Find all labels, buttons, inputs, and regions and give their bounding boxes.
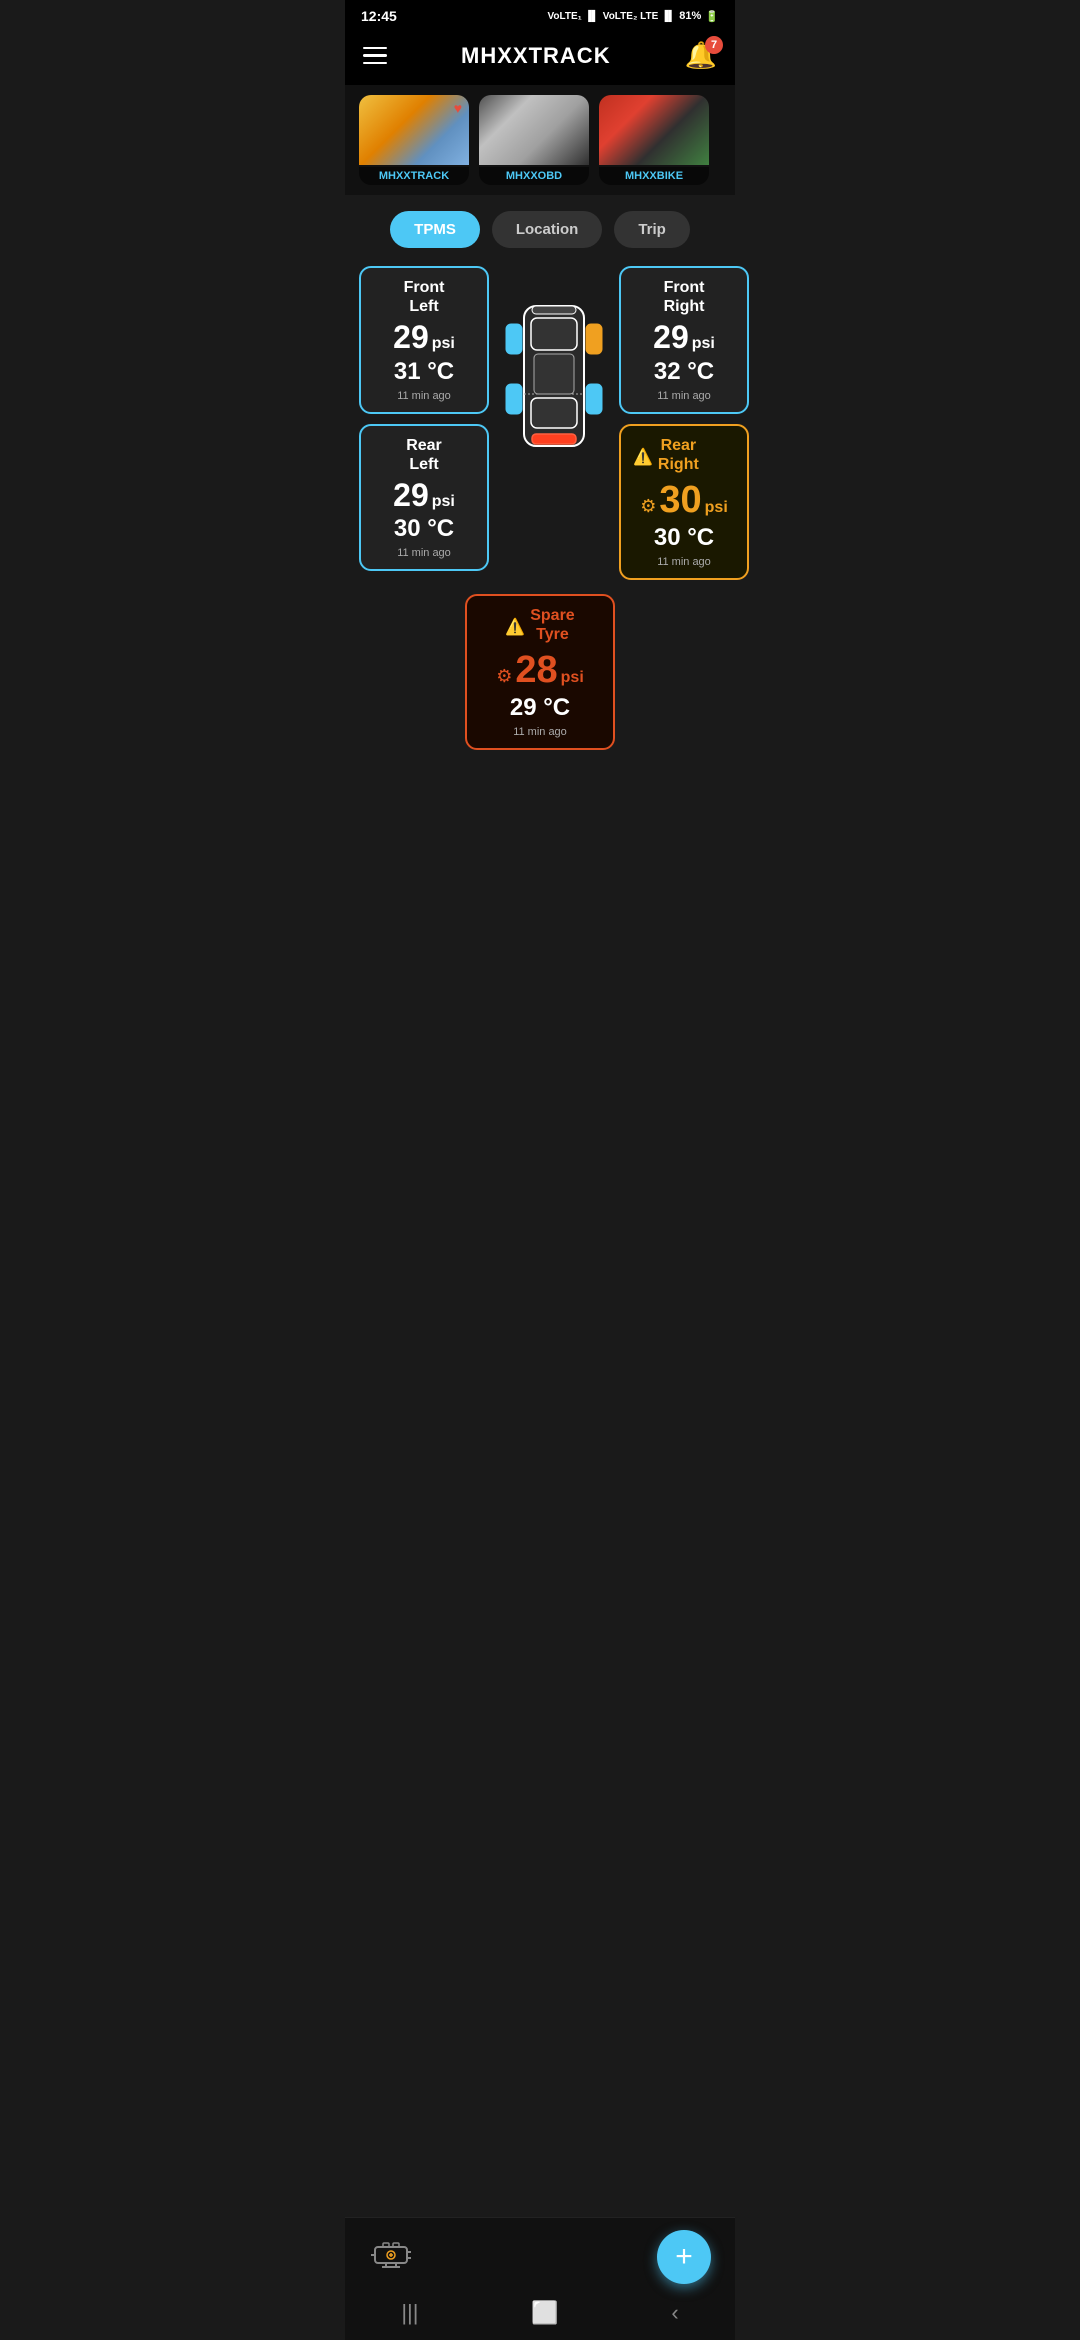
spare-name: SpareTyre [530,606,574,644]
status-time: 12:45 [361,8,397,24]
car-diagram [499,276,609,476]
front-right-unit: psi [692,335,715,353]
vehicle-label-mhxxtrack: MHXXTRACK [359,167,469,185]
spare-pressure: 28 [515,650,557,692]
vehicle-card-mhxxtrack[interactable]: ♥ MHXXTRACK [359,95,469,185]
front-right-pressure-row: 29 psi [633,320,735,355]
front-left-temp: 31 °C [373,358,475,386]
front-left-name: FrontLeft [373,278,475,316]
rear-left-time: 11 min ago [373,547,475,559]
front-right-time: 11 min ago [633,390,735,402]
vehicle-card-mhxxbike[interactable]: MHXXBIKE [599,95,709,185]
front-left-time: 11 min ago [373,390,475,402]
tpms-section: FrontLeft 29 psi 31 °C 11 min ago [345,256,735,870]
notification-badge: 7 [705,36,723,54]
rear-right-name: RearRight [658,436,699,474]
header: MHXXTRACK 🔔 7 [345,28,735,85]
spare-warning-row: ⚠️ SpareTyre [479,606,601,648]
rear-right-time: 11 min ago [633,556,735,568]
spare-temp: 29 °C [479,694,601,722]
rear-right-temp: 30 °C [633,524,735,552]
tabs-section: TPMS Location Trip [345,195,735,256]
front-left-pressure-row: 29 psi [373,320,475,355]
front-left-pressure: 29 [393,320,429,355]
bottom-bar-inner: + [345,2218,735,2292]
nav-home-button[interactable]: ⬜ [507,2296,582,2330]
tire-card-spare[interactable]: ⚠️ SpareTyre ⚙ 28 psi 29 °C 11 min ago [465,594,615,750]
spare-warning-icon: ⚠️ [505,617,525,637]
nav-bar: ||| ⬜ ‹ [345,2292,735,2340]
status-right: VoLTE₁ ▐▌ VoLTE₂ LTE ▐▌ 81% 🔋 [548,10,720,23]
rear-right-warning-row: ⚠️ RearRight [633,436,735,478]
tpms-grid: FrontLeft 29 psi 31 °C 11 min ago [359,266,721,580]
rear-left-pressure: 29 [393,478,429,513]
nav-recent-button[interactable]: ||| [377,2296,442,2330]
add-fab-button[interactable]: + [657,2230,711,2284]
app-title: MHXXTRACK [461,43,611,69]
favorite-icon: ♥ [454,100,462,116]
warning-triangle-icon: ⚠️ [633,447,653,467]
front-left-unit: psi [432,335,455,353]
vehicle-label-mhxxbike: MHXXBIKE [599,167,709,185]
battery-icon: 🔋 [705,10,719,23]
tire-card-rear-left[interactable]: RearLeft 29 psi 30 °C 11 min ago [359,424,489,572]
vehicle-carousel: ♥ MHXXTRACK MHXXOBD MHXXBIKE [345,85,735,195]
menu-button[interactable] [363,47,387,65]
engine-icon-button[interactable] [369,2237,413,2278]
spare-pressure-row: ⚙ 28 psi [479,650,601,692]
spare-time: 11 min ago [479,726,601,738]
spare-row: ⚠️ SpareTyre ⚙ 28 psi 29 °C 11 min ago [359,584,721,750]
front-right-name: FrontRight [633,278,735,316]
tab-location[interactable]: Location [492,211,603,248]
bottom-bar: + ||| ⬜ ‹ [345,2217,735,2340]
battery-level: 81% [679,10,701,22]
spare-unit: psi [561,669,584,687]
vehicle-card-mhxxobd[interactable]: MHXXOBD [479,95,589,185]
tire-card-rear-right[interactable]: ⚠️ RearRight ⚙ 30 psi 30 °C 11 min ago [619,424,749,580]
rear-right-pressure-row: ⚙ 30 psi [633,480,735,522]
tire-alert-icon: ⚙ [640,496,656,517]
signal-lte2: VoLTE₂ LTE ▐▌ [603,11,676,22]
status-bar: 12:45 VoLTE₁ ▐▌ VoLTE₂ LTE ▐▌ 81% 🔋 [345,0,735,28]
front-right-temp: 32 °C [633,358,735,386]
vehicle-label-mhxxobd: MHXXOBD [479,167,589,185]
tab-tpms[interactable]: TPMS [390,211,480,248]
rear-left-unit: psi [432,493,455,511]
spare-tire-icon: ⚙ [496,666,512,687]
tire-card-front-right[interactable]: FrontRight 29 psi 32 °C 11 min ago [619,266,749,414]
tab-trip[interactable]: Trip [614,211,690,248]
nav-back-button[interactable]: ‹ [647,2296,702,2330]
rear-left-pressure-row: 29 psi [373,478,475,513]
rear-right-unit: psi [705,499,728,517]
notification-button[interactable]: 🔔 7 [685,40,717,71]
rear-left-name: RearLeft [373,436,475,474]
rear-right-pressure: 30 [659,480,701,522]
rear-left-temp: 30 °C [373,515,475,543]
front-right-pressure: 29 [653,320,689,355]
signal-lte1: VoLTE₁ ▐▌ [548,11,599,22]
tire-card-front-left[interactable]: FrontLeft 29 psi 31 °C 11 min ago [359,266,489,414]
